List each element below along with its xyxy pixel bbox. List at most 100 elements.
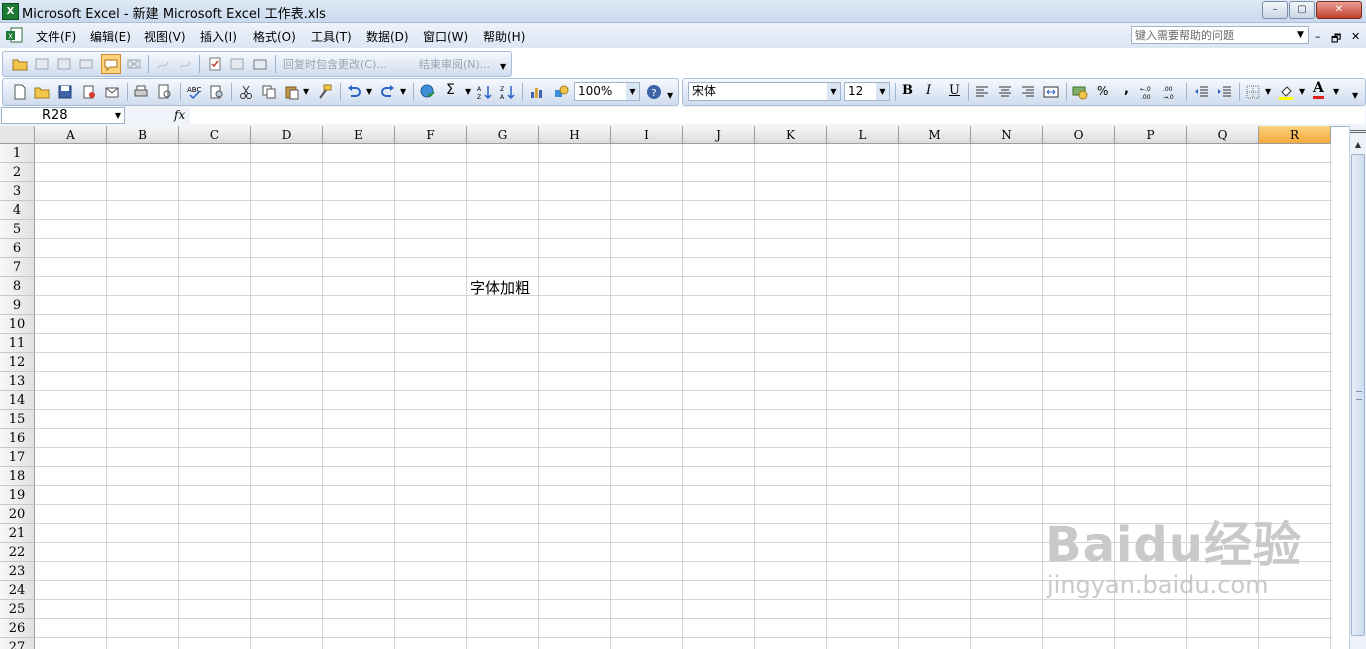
row-header-4[interactable]: 4: [0, 201, 35, 220]
spelling-icon[interactable]: ABC: [186, 84, 202, 100]
undo-icon[interactable]: [346, 84, 362, 100]
edit-comment-icon[interactable]: [78, 56, 94, 72]
name-box[interactable]: R28 ▼: [1, 107, 125, 124]
research-icon[interactable]: [209, 84, 225, 100]
column-header-I[interactable]: I: [611, 126, 683, 144]
row-header-5[interactable]: 5: [0, 220, 35, 239]
align-center-icon[interactable]: [997, 84, 1013, 100]
row-header-17[interactable]: 17: [0, 448, 35, 467]
save-icon[interactable]: [57, 84, 73, 100]
font-name-dropdown-icon[interactable]: ▼: [827, 83, 840, 100]
row-header-15[interactable]: 15: [0, 410, 35, 429]
format-painter-icon[interactable]: [317, 84, 333, 100]
workbook-icon[interactable]: X: [4, 26, 24, 44]
row-header-9[interactable]: 9: [0, 296, 35, 315]
reply-with-changes-button[interactable]: 回复时包含更改(C)...: [283, 56, 387, 72]
menu-tools[interactable]: 工具(T): [311, 28, 352, 45]
workbook-restore-button[interactable]: 🗗: [1331, 30, 1341, 49]
borders-dropdown-icon[interactable]: ▼: [1265, 87, 1271, 96]
merge-center-icon[interactable]: [1043, 84, 1059, 100]
track-changes-icon[interactable]: [207, 56, 223, 72]
delete-comment-icon[interactable]: [126, 56, 142, 72]
percent-style-button[interactable]: %: [1097, 84, 1108, 98]
bold-button[interactable]: B: [902, 83, 913, 98]
row-header-16[interactable]: 16: [0, 429, 35, 448]
column-header-J[interactable]: J: [683, 126, 755, 144]
delete-ink-icon[interactable]: [177, 56, 193, 72]
fill-color-icon[interactable]: [1278, 84, 1294, 100]
column-header-C[interactable]: C: [179, 126, 251, 144]
help-search-input[interactable]: 键入需要帮助的问题: [1131, 26, 1309, 44]
row-header-8[interactable]: 8: [0, 277, 35, 296]
vertical-scrollbar[interactable]: ▲: [1349, 126, 1366, 649]
cell-G8[interactable]: 字体加粗: [470, 277, 530, 298]
drawing-icon[interactable]: [553, 84, 569, 100]
formula-input[interactable]: [190, 107, 1365, 124]
row-header-21[interactable]: 21: [0, 524, 35, 543]
scroll-up-icon[interactable]: ▲: [1351, 138, 1365, 152]
redo-dropdown-icon[interactable]: ▼: [400, 87, 406, 96]
menu-help[interactable]: 帮助(H): [483, 28, 525, 45]
row-header-20[interactable]: 20: [0, 505, 35, 524]
column-header-G[interactable]: G: [467, 126, 539, 144]
permission-icon[interactable]: [81, 84, 97, 100]
select-all-button[interactable]: [0, 126, 35, 144]
font-size-dropdown-icon[interactable]: ▼: [876, 83, 889, 100]
row-header-6[interactable]: 6: [0, 239, 35, 258]
name-box-dropdown-icon[interactable]: ▼: [115, 108, 121, 123]
protect-sheet-icon[interactable]: [229, 56, 245, 72]
hyperlink-icon[interactable]: [420, 84, 436, 100]
close-button[interactable]: ✕: [1316, 1, 1362, 19]
row-header-23[interactable]: 23: [0, 562, 35, 581]
row-header-27[interactable]: 27: [0, 638, 35, 649]
row-header-22[interactable]: 22: [0, 543, 35, 562]
cut-icon[interactable]: [238, 84, 254, 100]
excel-app-icon[interactable]: X: [2, 3, 19, 20]
next-change-icon[interactable]: [56, 56, 72, 72]
font-size-select[interactable]: 12 ▼: [844, 82, 890, 101]
email-icon[interactable]: [104, 84, 120, 100]
increase-decimal-icon[interactable]: ←.0.00: [1140, 84, 1156, 100]
column-header-P[interactable]: P: [1115, 126, 1187, 144]
formatting-toolbar-options-icon[interactable]: ▼: [1352, 91, 1358, 100]
row-header-2[interactable]: 2: [0, 163, 35, 182]
zoom-select[interactable]: 100% ▼: [574, 82, 640, 101]
help-icon[interactable]: ?: [646, 84, 662, 100]
decrease-decimal-icon[interactable]: .00→.0: [1163, 84, 1179, 100]
previous-change-icon[interactable]: [34, 56, 50, 72]
new-workbook-icon[interactable]: [12, 84, 28, 100]
row-header-24[interactable]: 24: [0, 581, 35, 600]
column-header-Q[interactable]: Q: [1187, 126, 1259, 144]
workbook-minimize-button[interactable]: –: [1315, 30, 1321, 43]
sort-descending-icon[interactable]: ZA: [500, 84, 516, 100]
standard-toolbar-options-icon[interactable]: ▼: [667, 91, 673, 100]
row-header-18[interactable]: 18: [0, 467, 35, 486]
menu-view[interactable]: 视图(V): [144, 28, 186, 45]
autosum-dropdown-icon[interactable]: ▼: [465, 87, 471, 96]
align-left-icon[interactable]: [974, 84, 990, 100]
font-color-icon[interactable]: A: [1313, 81, 1324, 99]
autosum-icon[interactable]: Σ: [446, 82, 455, 98]
send-for-review-icon[interactable]: [252, 56, 268, 72]
currency-style-icon[interactable]: [1072, 84, 1088, 100]
decrease-indent-icon[interactable]: [1193, 84, 1209, 100]
open-folder-icon[interactable]: [12, 56, 28, 72]
row-header-1[interactable]: 1: [0, 144, 35, 163]
row-header-3[interactable]: 3: [0, 182, 35, 201]
workbook-close-button[interactable]: ✕: [1351, 30, 1360, 43]
show-comments-icon[interactable]: [101, 54, 121, 74]
column-header-A[interactable]: A: [35, 126, 107, 144]
sort-ascending-icon[interactable]: AZ: [477, 84, 493, 100]
row-header-13[interactable]: 13: [0, 372, 35, 391]
comma-style-button[interactable]: ,: [1124, 82, 1129, 97]
split-box[interactable]: [1350, 130, 1366, 133]
toolbar-options-icon[interactable]: ▼: [500, 62, 506, 71]
end-review-button[interactable]: 结束审阅(N)...: [419, 56, 490, 72]
row-header-11[interactable]: 11: [0, 334, 35, 353]
open-icon[interactable]: [34, 84, 50, 100]
font-color-dropdown-icon[interactable]: ▼: [1333, 87, 1339, 96]
borders-icon[interactable]: [1245, 84, 1261, 100]
scroll-thumb[interactable]: [1351, 154, 1365, 636]
column-header-O[interactable]: O: [1043, 126, 1115, 144]
ink-annotation-icon[interactable]: [155, 56, 171, 72]
